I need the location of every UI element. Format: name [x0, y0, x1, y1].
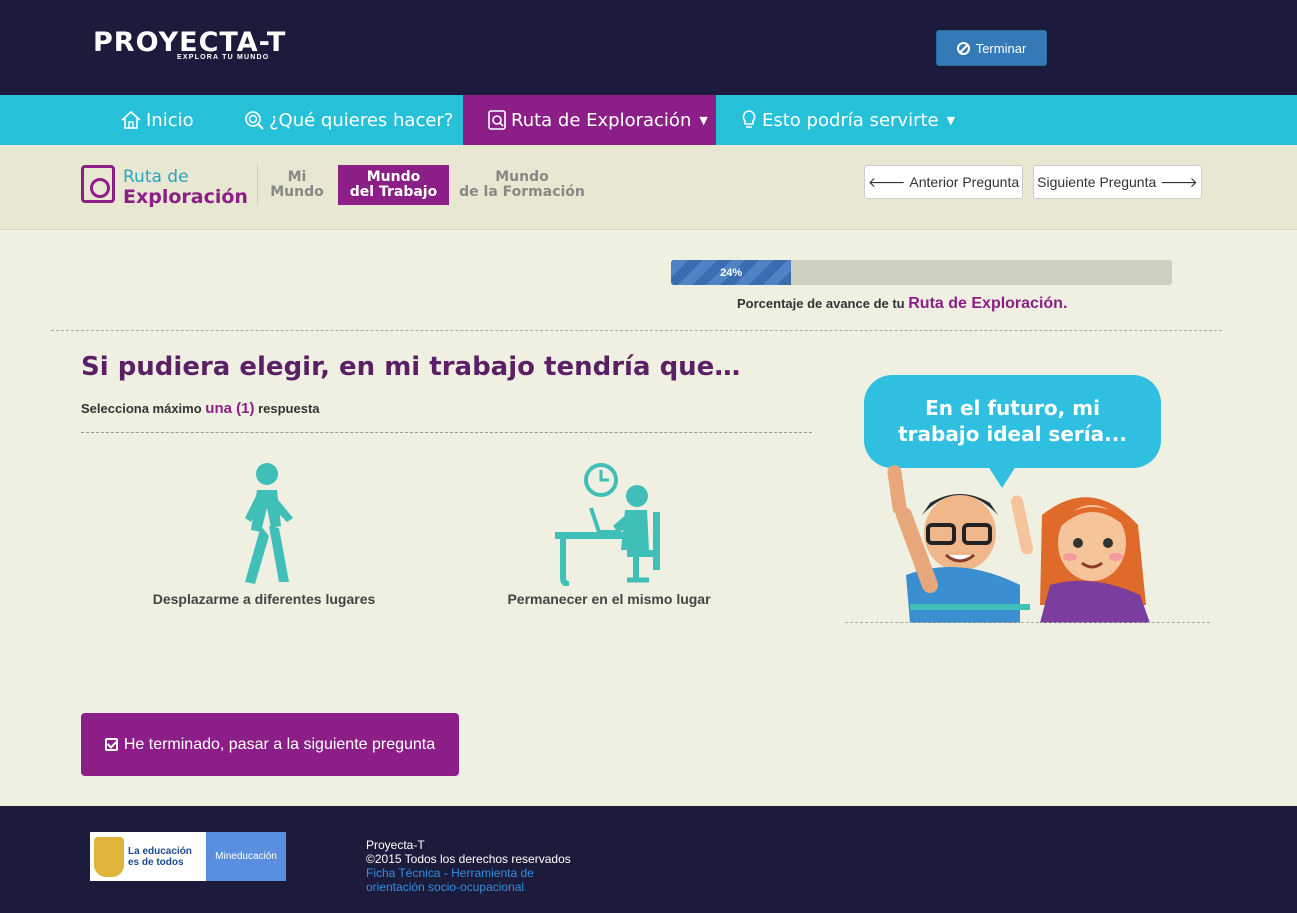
option-move-places[interactable]: Desplazarme a diferentes lugares: [150, 460, 378, 607]
person-at-desk-icon: [555, 463, 660, 587]
exploration-route-icon: [81, 165, 115, 203]
caret-down-icon: ▼: [699, 113, 708, 127]
gov-line1: La educación: [128, 845, 192, 857]
prev-label: Anterior Pregunta: [909, 174, 1020, 190]
next-label: Siguiente Pregunta: [1037, 174, 1157, 190]
nav-label: Inicio: [146, 109, 194, 131]
tab-mi-mundo[interactable]: Mi Mundo: [268, 165, 326, 205]
bubble-line2: trabajo ideal sería...: [898, 422, 1127, 446]
ficha-tecnica-link-2[interactable]: orientación socio-ocupacional: [366, 880, 571, 894]
ficha-tecnica-link[interactable]: Ficha Técnica - Herramienta de: [366, 866, 571, 880]
nav-item-esto-podria-servirte[interactable]: Esto podría servirte ▼: [740, 95, 955, 145]
nav-item-ruta-de-exploracion[interactable]: Ruta de Exploración ▼: [463, 95, 716, 145]
kids-illustration: [887, 465, 1150, 623]
progress-caption-prefix: Porcentaje de avance de tu: [737, 296, 905, 311]
logo-subtitle: EXPLORA TU MUNDO: [177, 54, 270, 61]
check-square-icon: [104, 738, 118, 751]
bulb-icon: [742, 110, 756, 128]
bubble-line1: En el futuro, mi: [925, 396, 1100, 420]
exploration-icon: [488, 110, 506, 130]
terminar-button[interactable]: Terminar: [936, 30, 1047, 66]
mineducacion-logo[interactable]: La educación es de todos Mineducación: [90, 832, 286, 881]
nav-label: Ruta de Exploración: [511, 109, 692, 131]
nav-label: ¿Qué quieres hacer?: [269, 109, 454, 131]
instruction-prefix: Selecciona máximo: [81, 401, 202, 416]
option-stay-same-place[interactable]: Permanecer en el mismo lugar: [500, 460, 718, 607]
footer-line2: ©2015 Todos los derechos reservados: [366, 852, 571, 866]
gov-right: Mineducación: [206, 832, 286, 881]
question-title: Si pudiera elegir, en mi trabajo tendría…: [81, 352, 741, 382]
progress-bar: 24%: [671, 260, 1172, 285]
footer-text: Proyecta-T ©2015 Todos los derechos rese…: [366, 838, 571, 894]
ban-icon: [956, 41, 970, 55]
tab-line1: Mundo: [495, 169, 549, 185]
tab-line2: del Trabajo: [349, 184, 438, 200]
colombia-shield-icon: [94, 836, 124, 877]
question-instruction: Selecciona máximo una (1) respuesta: [81, 400, 320, 417]
previous-question-button[interactable]: 🡐 Anterior Pregunta: [864, 165, 1023, 199]
finish-next-question-button[interactable]: He terminado, pasar a la siguiente pregu…: [81, 713, 459, 776]
tab-line2: Mundo: [270, 184, 324, 200]
divider: [257, 165, 258, 205]
instruction-highlight: una (1): [205, 400, 255, 417]
tab-line1: Mundo: [366, 169, 421, 185]
gov-text: La educación es de todos: [128, 846, 192, 868]
tab-mundo-del-trabajo[interactable]: Mundo del Trabajo: [338, 165, 449, 205]
tab-line1: Mi: [287, 169, 307, 185]
option-label: Permanecer en el mismo lugar: [507, 591, 711, 607]
finish-label: He terminado, pasar a la siguiente pregu…: [123, 735, 436, 753]
brand-line2: Exploración: [123, 186, 248, 208]
walking-person-icon: [245, 463, 293, 584]
brand-line1: Ruta de: [123, 167, 189, 187]
dashed-divider: [51, 330, 1222, 331]
search-icon: [245, 111, 264, 130]
home-icon: [121, 110, 141, 129]
arrow-right-icon: 🡒: [1160, 173, 1198, 190]
nav-label: Esto podría servirte: [762, 109, 939, 131]
caret-down-icon: ▼: [946, 113, 956, 127]
tab-mundo-de-la-formacion[interactable]: Mundo de la Formación: [459, 165, 585, 205]
dashed-divider: [81, 432, 812, 433]
arrow-left-icon: 🡐: [867, 173, 906, 190]
terminar-label: Terminar: [975, 40, 1027, 56]
dashed-divider: [845, 622, 1210, 623]
nav-item-inicio[interactable]: Inicio: [120, 95, 194, 145]
next-question-button[interactable]: Siguiente Pregunta 🡒: [1033, 165, 1202, 199]
progress-percent: 24%: [720, 266, 743, 279]
tab-line2: de la Formación: [459, 184, 585, 200]
footer-line1: Proyecta-T: [366, 838, 425, 852]
nav-item-que-quieres-hacer[interactable]: ¿Qué quieres hacer?: [243, 95, 453, 145]
progress-fill: 24%: [671, 260, 792, 285]
instruction-suffix: respuesta: [258, 401, 320, 416]
progress-caption-highlight: Ruta de Exploración.: [908, 295, 1068, 312]
progress-caption: Porcentaje de avance de tu Ruta de Explo…: [737, 295, 1067, 313]
proyecta-t-logo[interactable]: PROYECTA-T EXPLORA TU MUNDO: [93, 28, 318, 66]
gov-line2: es de todos: [128, 856, 184, 868]
option-label: Desplazarme a diferentes lugares: [152, 591, 376, 607]
main-nav: Inicio ¿Qué quieres hacer? Ruta de Explo…: [0, 95, 1297, 145]
